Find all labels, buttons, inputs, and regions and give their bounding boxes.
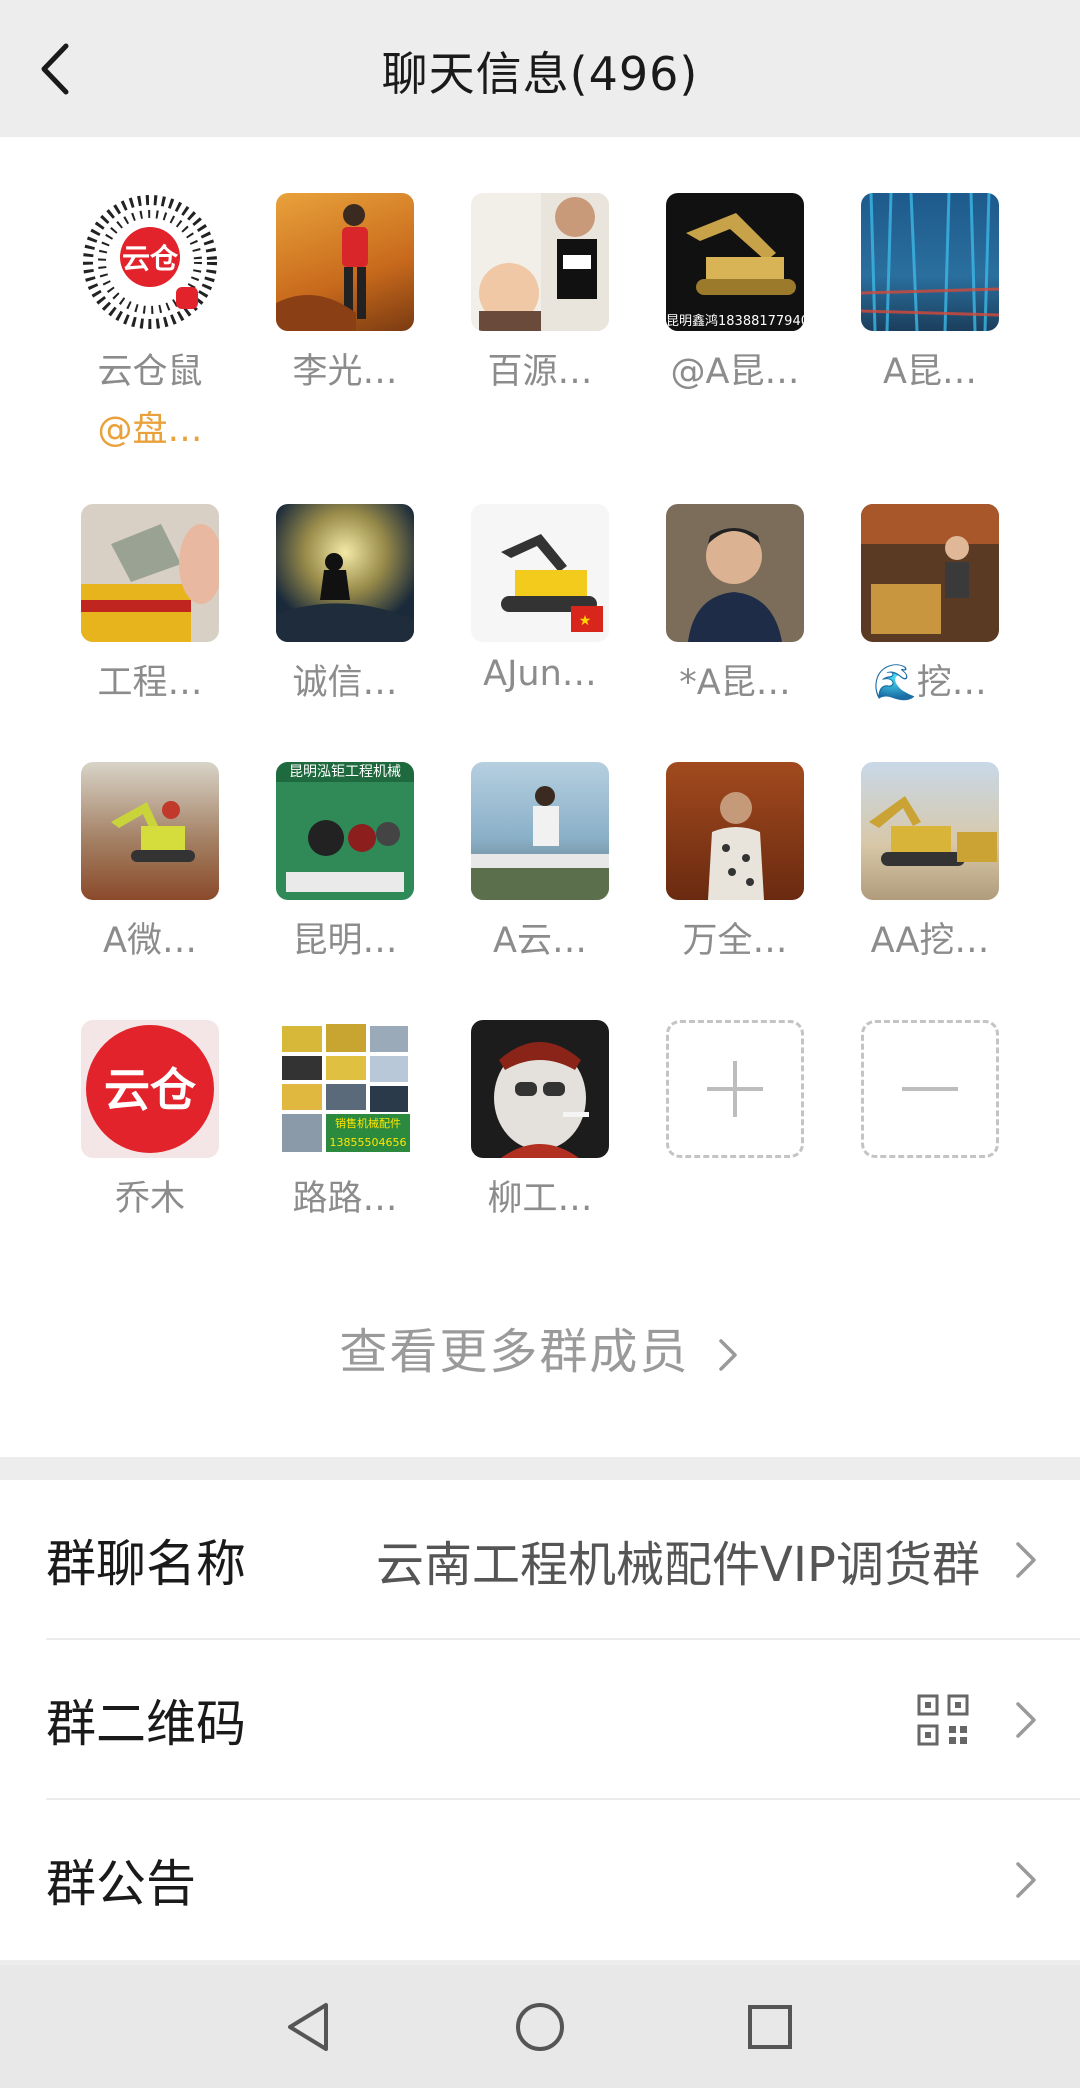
member-avatar[interactable]: 昆明泓钜工程机械: [276, 762, 414, 900]
nav-home-icon[interactable]: [510, 1997, 570, 2057]
member-avatar[interactable]: [276, 193, 414, 331]
member-name: 诚信…: [292, 663, 398, 703]
member-name: 路路…: [292, 1179, 398, 1219]
title-bar: 聊天信息(496): [0, 0, 1080, 137]
view-more-members-label: 查看更多群成员: [339, 1324, 690, 1380]
member-avatar[interactable]: [471, 1020, 609, 1158]
member-avatar[interactable]: [81, 504, 219, 642]
member-avatar[interactable]: [666, 762, 804, 900]
group-name-label: 群聊名称: [46, 1535, 246, 1593]
member-name: 昆明…: [292, 921, 398, 961]
plus-icon: [707, 1061, 763, 1117]
member-name: 万全…: [682, 921, 788, 961]
group-qr-label: 群二维码: [46, 1695, 246, 1753]
member-name: 云仓鼠: [97, 352, 203, 392]
member-avatar[interactable]: 云仓: [81, 193, 219, 331]
app-logo-text: 云仓: [104, 1063, 197, 1117]
qr-code-icon: [917, 1694, 969, 1746]
member-name: 百源…: [487, 352, 593, 392]
chevron-right-icon: [1016, 1702, 1036, 1738]
group-settings-list: 群聊名称 云南工程机械配件VIP调货群 群二维码 群公告: [0, 1480, 1080, 1960]
member-avatar[interactable]: [81, 762, 219, 900]
member-name: 🌊挖…: [873, 663, 987, 703]
avatar-caption: 销售机械配件 13855504656: [326, 1114, 410, 1152]
chevron-right-icon: [1016, 1542, 1036, 1578]
page-title: 聊天信息(496): [381, 47, 699, 101]
view-more-members-link[interactable]: 查看更多群成员: [0, 1312, 1080, 1382]
member-name: @A昆…: [670, 352, 800, 392]
member-name: 工程…: [97, 663, 203, 703]
svg-text:★: ★: [579, 613, 592, 629]
member-avatar[interactable]: 昆明鑫鸿18388177940: [666, 193, 804, 331]
member-avatar[interactable]: [471, 193, 609, 331]
remove-member-button[interactable]: [861, 1020, 999, 1158]
system-navigation-bar: [0, 1965, 1080, 2088]
member-name: 李光…: [292, 352, 398, 392]
member-name: A昆…: [883, 352, 977, 392]
member-avatar[interactable]: [666, 504, 804, 642]
chevron-right-icon: [718, 1339, 737, 1371]
member-name: 乔木: [114, 1179, 185, 1219]
group-name-value: 云南工程机械配件VIP调货群: [376, 1537, 980, 1593]
nav-back-icon[interactable]: [280, 1997, 340, 2057]
member-grid: 云仓 云仓鼠 @盘… 李光… 百源… 昆明鑫鸿18388177940 @A昆… …: [0, 137, 1080, 1457]
member-name: A云…: [493, 921, 587, 961]
avatar-caption: 昆明鑫鸿18388177940: [666, 313, 804, 331]
avatar-caption: 昆明泓钜工程机械: [276, 762, 414, 782]
chevron-right-icon: [1016, 1862, 1036, 1898]
member-name: *A昆…: [679, 663, 791, 703]
member-name: AJun…: [483, 654, 597, 694]
member-avatar[interactable]: [861, 193, 999, 331]
group-name-row[interactable]: 群聊名称 云南工程机械配件VIP调货群: [0, 1480, 1080, 1640]
member-avatar[interactable]: [861, 504, 999, 642]
member-avatar[interactable]: 云仓: [81, 1020, 219, 1158]
member-avatar[interactable]: [861, 762, 999, 900]
member-avatar[interactable]: [471, 762, 609, 900]
minus-icon: [902, 1087, 958, 1091]
member-avatar[interactable]: [276, 504, 414, 642]
member-name: A微…: [103, 921, 197, 961]
group-notice-label: 群公告: [46, 1855, 196, 1913]
group-notice-row[interactable]: 群公告: [0, 1800, 1080, 1960]
member-avatar[interactable]: 销售机械配件 13855504656: [276, 1020, 414, 1158]
group-qr-row[interactable]: 群二维码: [0, 1640, 1080, 1800]
member-mention: @盘…: [97, 410, 203, 450]
member-name: AA挖…: [870, 921, 990, 961]
add-member-button[interactable]: [666, 1020, 804, 1158]
app-logo-text: 云仓: [122, 242, 179, 275]
member-name: 柳工…: [487, 1179, 593, 1219]
nav-recents-icon[interactable]: [740, 1997, 800, 2057]
member-avatar[interactable]: ★: [471, 504, 609, 642]
